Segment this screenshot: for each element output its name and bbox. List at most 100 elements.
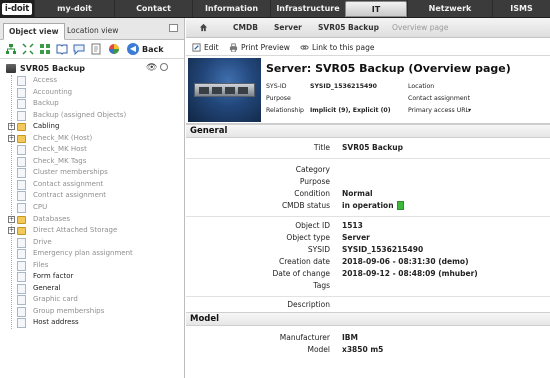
model-section-header[interactable]: Model (186, 312, 550, 326)
tree-item[interactable]: Contract assignment (0, 190, 184, 202)
document-icon (17, 76, 26, 86)
tree-item-label: Files (33, 260, 49, 269)
tree-item[interactable]: Host address (0, 317, 184, 329)
creation-date-row: Creation date 2018-09-06 - 08:31:30 (demo… (186, 256, 550, 268)
relationship-value[interactable]: Implicit (9), Explicit (0) (310, 107, 391, 114)
home-icon[interactable] (199, 23, 208, 32)
object-type-value: Server (342, 233, 370, 242)
tree-item[interactable]: Backup (0, 98, 184, 110)
nav-contact[interactable]: Contact (114, 0, 192, 17)
book-icon[interactable] (56, 43, 68, 55)
color-wheel-icon[interactable] (108, 43, 120, 55)
search-icon[interactable] (160, 63, 168, 71)
location-label: Location (408, 83, 435, 90)
tree-root-node[interactable]: SVR05 Backup 👁 (0, 61, 184, 75)
purpose-label: Purpose (266, 95, 291, 102)
nav-isms[interactable]: ISMS (492, 0, 550, 17)
comment-icon[interactable] (73, 43, 85, 55)
tree-item[interactable]: + Cabling (0, 121, 184, 133)
tree-structure-icon[interactable] (5, 43, 17, 55)
expand-icon[interactable]: + (8, 227, 15, 235)
breadcrumb-object[interactable]: SVR05 Backup (318, 18, 379, 38)
object-type-row: Object type Server (186, 232, 550, 244)
tree-item[interactable]: Access (0, 75, 184, 87)
tree-item[interactable]: Cluster memberships (0, 167, 184, 179)
tree-item-label: Graphic card (33, 295, 78, 304)
nav-infrastructure[interactable]: Infrastructure (270, 0, 345, 17)
folder-icon (17, 123, 26, 132)
page-title: Server: SVR05 Backup (Overview page) (266, 62, 511, 75)
left-panel: Object view Location view ◀ Back SVR05 B… (0, 18, 185, 378)
link-to-page-label: Link to this page (312, 42, 375, 52)
tree-item[interactable]: General (0, 283, 184, 295)
purpose-field-label: Purpose (299, 177, 330, 186)
document-icon (17, 237, 26, 248)
expand-all-icon[interactable] (22, 43, 34, 55)
nav-it[interactable]: IT (345, 1, 407, 17)
nav-my-doit[interactable]: my-doit (34, 0, 114, 17)
document-icon (17, 168, 26, 179)
category-tree: Access Accounting Backup Backup (assigned O… (0, 75, 184, 330)
tab-object-view[interactable]: Object view (3, 23, 65, 40)
eye-icon[interactable]: 👁 (146, 63, 157, 73)
tree-item[interactable]: Form factor (0, 271, 184, 283)
date-of-change-row: Date of change 2018-09-12 - 08:48:09 (mhu… (186, 268, 550, 280)
tree-root-label: SVR05 Backup (20, 63, 86, 73)
title-row: Title SVR05 Backup (186, 142, 550, 154)
tree-item[interactable]: Contact assignment (0, 179, 184, 191)
grid-view-icon[interactable] (39, 43, 51, 55)
edit-icon (192, 42, 201, 52)
breadcrumb-server[interactable]: Server (274, 18, 302, 38)
edit-button[interactable]: Edit (192, 38, 219, 56)
back-button[interactable]: ◀ Back (127, 42, 164, 56)
tree-item[interactable]: Emergency plan assignment (0, 248, 184, 260)
expand-icon[interactable]: + (8, 134, 15, 142)
tree-item[interactable]: + Direct Attached Storage (0, 225, 184, 237)
primary-access-url-label[interactable]: Primary access URL (408, 107, 469, 114)
print-preview-label: Print Preview (241, 42, 290, 52)
expand-icon[interactable]: + (8, 215, 15, 223)
tree-item[interactable]: Drive (0, 237, 184, 249)
tree-item-label: Direct Attached Storage (33, 226, 118, 235)
tree-item[interactable]: + Check_MK (Host) (0, 133, 184, 145)
idoit-logo[interactable]: i-doit (0, 0, 34, 18)
tree-item-label: Cabling (33, 122, 60, 131)
tree-item[interactable]: Backup (assigned Objects) (0, 110, 184, 122)
cmdb-status-row: CMDB status in operation (186, 200, 550, 212)
expand-icon[interactable]: + (8, 123, 15, 131)
tree-item-label: Group memberships (33, 306, 105, 315)
tree-item-label: Cluster memberships (33, 168, 108, 177)
popout-icon[interactable] (169, 24, 178, 32)
sysid-field-label: SYSID (307, 245, 330, 254)
tab-location-view[interactable]: Location view (62, 23, 123, 40)
tree-item[interactable]: Graphic card (0, 294, 184, 306)
tree-item[interactable]: Files (0, 260, 184, 272)
tree-toolbar: ◀ Back (0, 40, 184, 59)
tree-item-label: Form factor (33, 272, 74, 281)
nav-netzwerk[interactable]: Netzwerk (407, 0, 492, 17)
note-icon[interactable] (90, 43, 102, 55)
chevron-down-icon[interactable]: ▾ (468, 107, 471, 114)
breadcrumb-cmdb[interactable]: CMDB (233, 18, 258, 38)
link-to-page-button[interactable]: Link to this page (300, 38, 374, 56)
tree-item[interactable]: Accounting (0, 87, 184, 99)
tree-item[interactable]: Check_MK Host (0, 144, 184, 156)
print-preview-button[interactable]: Print Preview (229, 38, 290, 56)
folder-icon (17, 215, 26, 224)
model-row: Model x3850 m5 (186, 344, 550, 356)
condition-row: Condition Normal (186, 188, 550, 200)
object-id-value: 1513 (342, 221, 363, 230)
general-section-header[interactable]: General (186, 124, 550, 138)
category-label: Category (295, 165, 330, 174)
purpose-row: Purpose (186, 176, 550, 188)
top-navigation: i-doit my-doit Contact Information Infra… (0, 0, 550, 18)
nav-information[interactable]: Information (192, 0, 270, 17)
document-icon (17, 87, 26, 98)
tree-item[interactable]: Check_MK Tags (0, 156, 184, 168)
tree-item[interactable]: CPU (0, 202, 184, 214)
tree-item-label: Emergency plan assignment (33, 249, 133, 258)
printer-icon (229, 42, 238, 52)
tree-item[interactable]: Group memberships (0, 306, 184, 318)
model-label: Model (307, 345, 330, 354)
tree-item[interactable]: + Databases (0, 214, 184, 226)
